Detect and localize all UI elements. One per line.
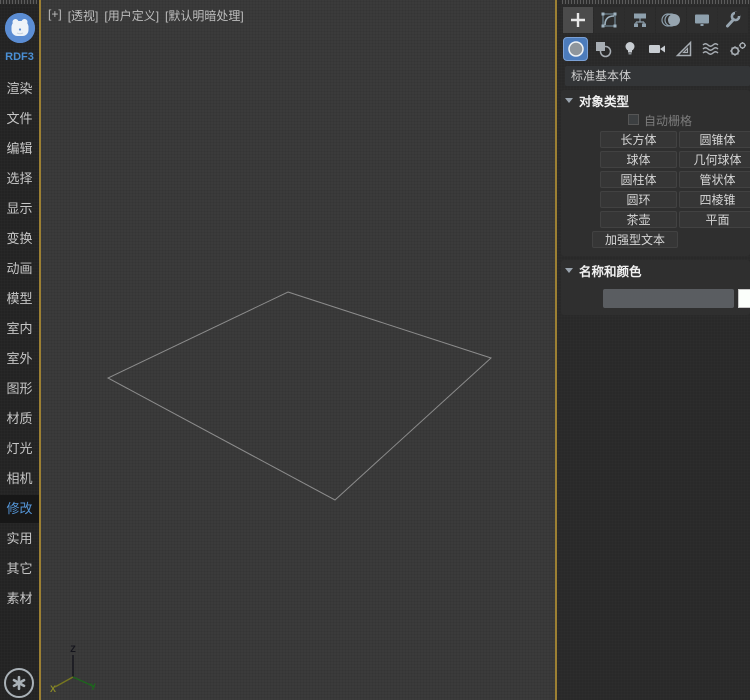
settings-button[interactable] [4,668,34,698]
sidebar-item-file[interactable]: 文件 [0,105,39,133]
category-shapes[interactable] [590,37,615,61]
sidebar-item-other[interactable]: 其它 [0,555,39,583]
axis-x-label: X [50,684,56,694]
logo-label: RDF3 [0,51,39,63]
category-helpers[interactable] [671,37,696,61]
geosphere-button[interactable]: 几何球体 [679,151,750,168]
hierarchy-icon [630,10,650,30]
sidebar-item-exterior[interactable]: 室外 [0,345,39,373]
display-icon [692,10,712,30]
panel-tabs [563,7,748,33]
teapot-mascot-icon [5,13,35,43]
modify-icon [599,10,619,30]
tab-display[interactable] [687,7,717,33]
sidebar-item-interior[interactable]: 室内 [0,315,39,343]
object-type-rollout-header[interactable]: 对象类型 [565,92,745,108]
object-color-swatch[interactable] [738,289,750,308]
world-axis-gizmo: Z X Y [50,644,96,694]
tube-button[interactable]: 管状体 [679,171,750,188]
category-icons [563,37,750,61]
primitive-type-dropdown[interactable]: 标准基本体 [565,66,750,86]
plane-button[interactable]: 平面 [679,211,750,228]
collapse-triangle-icon [565,98,573,103]
sidebar-item-material[interactable]: 材质 [0,405,39,433]
light-bulb-icon [621,40,639,58]
gear-asterisk-icon [11,675,27,691]
utilities-wrench-icon [723,10,743,30]
cylinder-button[interactable]: 圆柱体 [600,171,677,188]
torus-button[interactable]: 圆环 [600,191,677,208]
textplus-button[interactable]: 加强型文本 [592,231,678,248]
category-systems[interactable] [725,37,750,61]
sidebar-item-transform[interactable]: 变换 [0,225,39,253]
rollout-title: 对象类型 [579,91,629,110]
app-logo[interactable] [5,13,35,43]
category-lights[interactable] [617,37,642,61]
sphere-button[interactable]: 球体 [600,151,677,168]
systems-gears-icon [728,40,748,58]
motion-icon [660,10,682,30]
top-grip-texture [562,0,750,4]
space-warps-waves-icon [702,40,720,58]
tab-modify[interactable] [594,7,624,33]
axis-z-label: Z [70,644,76,654]
plane-wireframe[interactable] [108,292,491,500]
geometry-sphere-icon [567,40,585,58]
command-panel: 标准基本体 对象类型 自动栅格 长方体 圆锥体 球体 几何球体 圆柱体 管状体 … [557,0,750,700]
shapes-icon [594,40,612,58]
object-name-input[interactable] [603,289,734,308]
name-color-rollout-header[interactable]: 名称和颜色 [565,262,745,278]
category-cameras[interactable] [644,37,669,61]
cone-button[interactable]: 圆锥体 [679,131,750,148]
tab-motion[interactable] [656,7,686,33]
rollout-title: 名称和颜色 [579,261,642,280]
pyramid-button[interactable]: 四棱锥 [679,191,750,208]
category-space-warps[interactable] [698,37,723,61]
sidebar-item-utility[interactable]: 实用 [0,525,39,553]
autogrid-label: 自动栅格 [644,112,692,129]
sidebar-item-display[interactable]: 显示 [0,195,39,223]
tab-utilities[interactable] [718,7,748,33]
sidebar-item-select[interactable]: 选择 [0,165,39,193]
autogrid-checkbox[interactable] [628,114,639,125]
collapse-triangle-icon [565,268,573,273]
tab-hierarchy[interactable] [625,7,655,33]
create-icon [568,10,588,30]
teapot-button[interactable]: 茶壶 [600,211,677,228]
sidebar-item-lights[interactable]: 灯光 [0,435,39,463]
sidebar-item-animation[interactable]: 动画 [0,255,39,283]
helpers-setsquare-icon [675,40,693,58]
top-grip-texture [0,0,37,4]
viewport-canvas: Z X Y [41,0,555,700]
app-window: RDF3 渲染 文件 编辑 选择 显示 变换 动画 模型 室内 室外 图形 材质… [0,0,750,700]
sidebar-item-shapes[interactable]: 图形 [0,375,39,403]
camera-icon [647,40,667,58]
sidebar-item-assets[interactable]: 素材 [0,585,39,613]
sidebar-item-camera[interactable]: 相机 [0,465,39,493]
sidebar-item-render[interactable]: 渲染 [0,75,39,103]
sidebar-item-model[interactable]: 模型 [0,285,39,313]
axis-y-label: Y [90,682,96,692]
viewport[interactable]: [+] [透视] [用户定义] [默认明暗处理] Z X Y [39,0,557,700]
sidebar-item-edit[interactable]: 编辑 [0,135,39,163]
sidebar-item-modify[interactable]: 修改 [0,495,39,523]
category-geometry[interactable] [563,37,588,61]
left-sidebar: RDF3 渲染 文件 编辑 选择 显示 变换 动画 模型 室内 室外 图形 材质… [0,0,39,700]
box-button[interactable]: 长方体 [600,131,677,148]
tab-create[interactable] [563,7,593,33]
